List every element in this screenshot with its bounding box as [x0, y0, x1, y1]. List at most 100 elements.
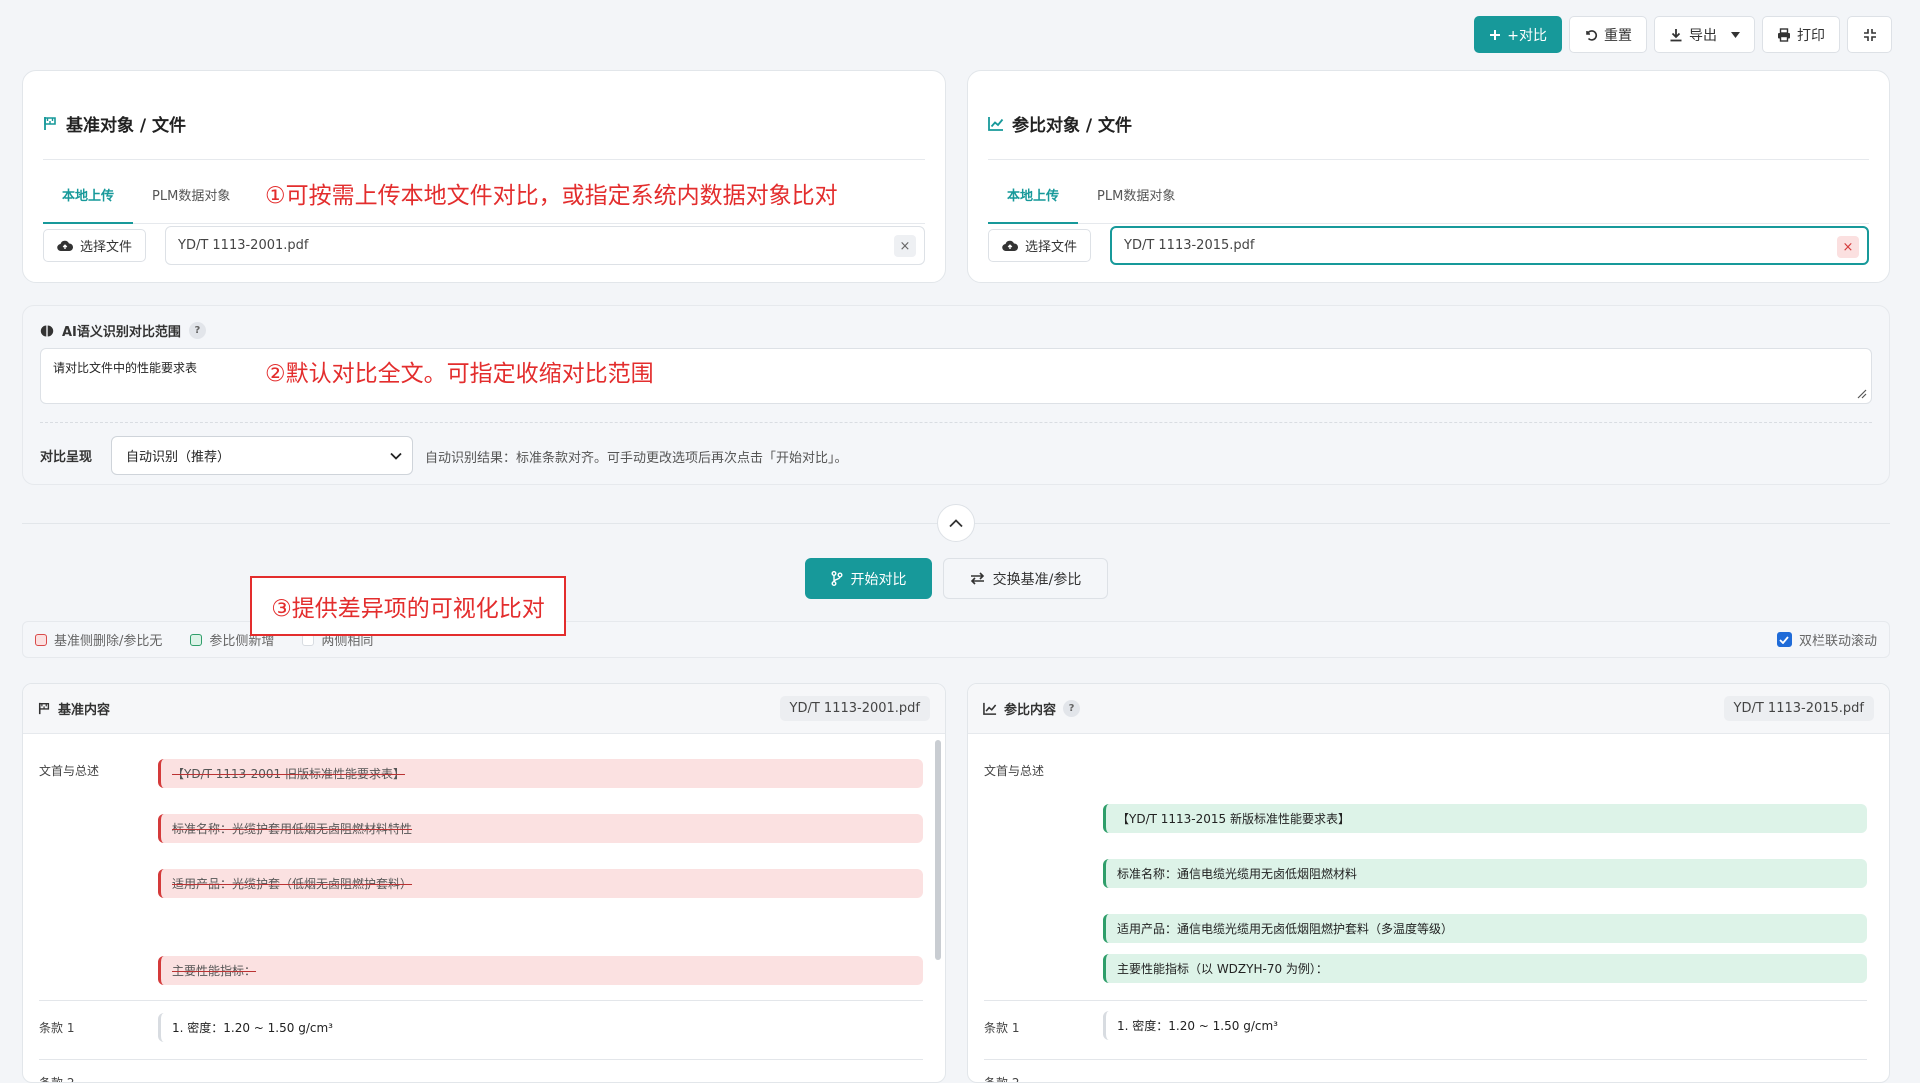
compare-panel-heading: 参比对象 / 文件: [988, 111, 1132, 136]
clear-file-button[interactable]: ×: [894, 235, 916, 257]
diff-block-added: 【YD/T 1113-2015 新版标准性能要求表】: [1103, 804, 1867, 833]
collapse-fullscreen-button[interactable]: [1847, 16, 1892, 53]
base-content-heading: 基准内容: [38, 699, 110, 718]
download-icon: [1669, 28, 1683, 42]
chevron-up-icon: [949, 518, 963, 528]
diff-block-added: 标准名称：通信电缆光缆用无卤低烟阻燃材料: [1103, 859, 1867, 888]
choose-file-label: 选择文件: [80, 240, 133, 255]
reset-button[interactable]: 重置: [1569, 16, 1647, 53]
help-icon[interactable]: ?: [188, 322, 206, 339]
tab-local-upload[interactable]: 本地上传: [988, 181, 1079, 224]
print-label: 打印: [1797, 27, 1825, 44]
mode-label: 对比呈现: [40, 450, 93, 465]
printer-icon: [1777, 27, 1791, 42]
start-compare-button[interactable]: 开始对比: [805, 558, 932, 599]
section-label: 文首与总述: [39, 764, 100, 778]
plus-icon: [1489, 29, 1501, 41]
section-label: 文首与总述: [984, 764, 1045, 778]
line-chart-icon: [988, 116, 1004, 131]
export-label: 导出: [1689, 27, 1717, 44]
tab-plm-object[interactable]: PLM数据对象: [1078, 181, 1194, 224]
compare-content-title: 参比内容: [1004, 703, 1057, 718]
collapse-settings-button[interactable]: [937, 504, 975, 542]
mode-note: 自动识别结果：标准条款对齐。可手动更改选项后再次点击「开始对比」。: [425, 451, 848, 466]
section-label: 条款 2: [39, 1076, 75, 1083]
scope-heading: AI语义识别对比范围 ?: [40, 321, 206, 340]
choose-file-button[interactable]: 选择文件: [43, 229, 147, 262]
close-icon: ×: [1842, 239, 1854, 255]
start-compare-label: 开始对比: [850, 571, 907, 588]
base-panel-title: 基准对象 / 文件: [66, 116, 187, 136]
resize-handle-icon[interactable]: [1857, 389, 1867, 399]
compare-file-badge: YD/T 1113-2015.pdf: [1723, 696, 1874, 721]
section-label: 条款 1: [39, 1021, 75, 1035]
base-content-header: 基准内容 YD/T 1113-2001.pdf: [23, 684, 945, 734]
mode-value: 自动识别（推荐）: [126, 450, 231, 465]
scrollbar[interactable]: [935, 740, 941, 960]
compress-icon: [1863, 28, 1877, 42]
diff-block-same: 1. 密度：1.20 ~ 1.50 g/cm³: [1103, 1011, 1867, 1040]
diff-block-deleted: 主要性能指标：: [158, 956, 923, 985]
ai-scope-panel: AI语义识别对比范围 ? 请对比文件中的性能要求表 对比呈现 自动识别（推荐） …: [22, 305, 1890, 485]
sync-scroll-label: 双栏联动滚动: [1798, 634, 1877, 649]
divider: [984, 1059, 1867, 1060]
divider: [40, 422, 1872, 423]
swatch-added: [190, 633, 203, 646]
tab-plm-object[interactable]: PLM数据对象: [133, 181, 249, 224]
help-icon[interactable]: ?: [1063, 700, 1081, 717]
line-chart-icon: [983, 702, 997, 715]
diff-block-added: 主要性能指标（以 WDZYH-70 为例）：: [1103, 954, 1867, 983]
checkbox-checked-icon[interactable]: [1776, 632, 1792, 647]
diff-block-deleted: 【YD/T 1113-2001 旧版标准性能要求表】: [158, 759, 923, 788]
compare-file-panel: 参比对象 / 文件 本地上传 PLM数据对象 选择文件 YD/T 1113-20…: [967, 70, 1890, 283]
swap-label: 交换基准/参比: [992, 571, 1082, 588]
compare-content-header: 参比内容 ? YD/T 1113-2015.pdf: [968, 684, 1889, 734]
clear-file-button[interactable]: ×: [1837, 236, 1859, 258]
section-label: 条款 2: [984, 1076, 1020, 1083]
divider: [39, 1059, 923, 1060]
compare-file-field[interactable]: YD/T 1113-2015.pdf ×: [1110, 226, 1869, 265]
swap-base-compare-button[interactable]: 交换基准/参比: [943, 558, 1108, 599]
annotation-1: ①可按需上传本地文件对比，或指定系统内数据对象比对: [265, 183, 838, 209]
mode-select[interactable]: 自动识别（推荐）: [111, 436, 413, 475]
tab-local-upload[interactable]: 本地上传: [43, 181, 134, 224]
diff-block-deleted: 标准名称：光缆护套用低烟无卤阻燃材料特性: [158, 814, 923, 843]
brain-icon: [40, 324, 54, 338]
top-toolbar: +对比 重置 导出 打印: [1474, 16, 1892, 53]
annotation-3: ③提供差异项的可视化比对: [250, 576, 566, 636]
base-file-field[interactable]: YD/T 1113-2001.pdf ×: [165, 226, 925, 265]
divider: [39, 1000, 923, 1001]
flag-icon: [43, 116, 58, 131]
close-icon: ×: [899, 238, 911, 254]
flag-icon: [38, 702, 51, 715]
annotation-2: ②默认对比全文。可指定收缩对比范围: [265, 361, 654, 387]
chevron-down-icon: [390, 452, 402, 460]
reset-label: 重置: [1604, 27, 1632, 44]
cloud-upload-icon: [1002, 240, 1018, 252]
print-button[interactable]: 打印: [1762, 16, 1840, 53]
base-file-name: YD/T 1113-2001.pdf: [178, 238, 309, 253]
export-button[interactable]: 导出: [1654, 16, 1755, 53]
diff-block-added: 适用产品：通信电缆光缆用无卤低烟阻燃护套料（多温度等级）: [1103, 914, 1867, 943]
diff-block-deleted: 适用产品：光缆护套（低烟无卤阻燃护套料）: [158, 869, 923, 898]
base-content-panel: 基准内容 YD/T 1113-2001.pdf 文首与总述 【YD/T 1113…: [22, 683, 946, 1083]
base-content-title: 基准内容: [58, 703, 111, 718]
base-file-badge: YD/T 1113-2001.pdf: [779, 696, 930, 721]
branch-icon: [831, 571, 843, 586]
add-compare-button[interactable]: +对比: [1474, 16, 1562, 53]
compare-content-heading: 参比内容 ?: [983, 699, 1081, 718]
section-label: 条款 1: [984, 1021, 1020, 1035]
undo-icon: [1584, 28, 1598, 42]
choose-file-button[interactable]: 选择文件: [988, 229, 1092, 262]
divider: [984, 1000, 1867, 1001]
compare-source-tabs: 本地上传 PLM数据对象: [988, 181, 1869, 224]
divider: [43, 159, 925, 160]
sync-scroll-toggle[interactable]: 双栏联动滚动: [1776, 630, 1877, 649]
cloud-upload-icon: [57, 240, 73, 252]
compare-content-panel: 参比内容 ? YD/T 1113-2015.pdf 文首与总述 【YD/T 11…: [967, 683, 1890, 1083]
scope-text: 请对比文件中的性能要求表: [53, 361, 198, 375]
scope-title: AI语义识别对比范围: [62, 325, 181, 340]
diff-block-same: 1. 密度：1.20 ~ 1.50 g/cm³: [158, 1013, 923, 1042]
base-panel-heading: 基准对象 / 文件: [43, 111, 186, 136]
swatch-deleted: [35, 633, 47, 646]
